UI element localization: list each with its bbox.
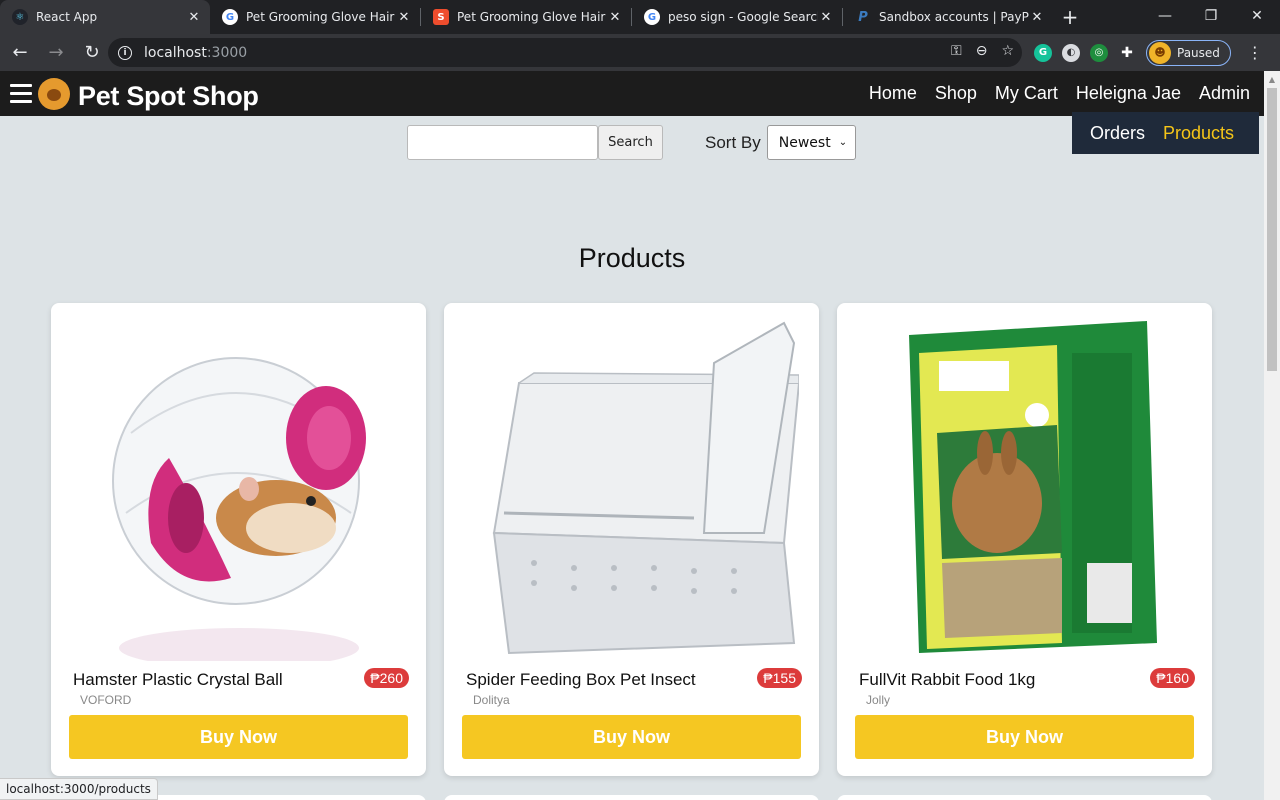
price-badge: ₱155 [757,668,802,688]
pet-logo-icon[interactable] [38,77,70,110]
google-icon: G [644,9,660,25]
product-name[interactable]: FullVit Rabbit Food 1kg [859,670,1035,690]
close-tab-icon[interactable]: ✕ [1029,10,1045,25]
product-card: Hamster Plastic Crystal Ball ₱260 VOFORD… [51,303,426,776]
window-controls: — ❐ ✕ [1142,0,1280,32]
product-image[interactable] [857,313,1192,661]
site-brand[interactable]: Pet Spot Shop [78,81,259,112]
product-name[interactable]: Hamster Plastic Crystal Ball [73,670,283,690]
scroll-up-icon[interactable]: ▲ [1264,71,1280,87]
sort-selected-value: Newest [778,134,831,151]
url-text: localhost:3000 [144,45,247,61]
profile-button[interactable]: ☻ Paused [1146,39,1231,66]
bookmark-star-icon[interactable]: ☆ [1001,43,1014,59]
tab-title: Pet Grooming Glove Hair Re [246,10,396,24]
browser-tab-peso-sign[interactable]: G peso sign - Google Search ✕ [632,0,842,34]
price-badge: ₱160 [1150,668,1195,688]
close-tab-icon[interactable]: ✕ [607,10,623,25]
close-tab-icon[interactable]: ✕ [186,10,202,25]
site-navbar: Pet Spot Shop Home Shop My Cart Heleigna… [0,71,1264,116]
product-name[interactable]: Spider Feeding Box Pet Insect [466,670,696,690]
buy-now-button[interactable]: Buy Now [855,715,1194,759]
product-brand: VOFORD [80,693,132,707]
link-status-bar: localhost:3000/products [0,778,158,800]
scrollbar-thumb[interactable] [1267,88,1277,371]
more-menu-icon[interactable]: ⋮ [1247,43,1263,62]
price-badge: ₱260 [364,668,409,688]
close-window-icon[interactable]: ✕ [1234,0,1280,32]
browser-tab-grooming-google[interactable]: G Pet Grooming Glove Hair Re ✕ [210,0,420,34]
close-tab-icon[interactable]: ✕ [396,10,412,25]
paypal-icon: P [858,9,868,25]
admin-menu-products[interactable]: Products [1163,123,1234,144]
page-title: Products [578,243,686,273]
minimize-icon[interactable]: — [1142,0,1188,32]
back-arrow-icon[interactable]: ← [4,37,36,69]
search-input[interactable] [407,125,598,160]
extensions-area: G ◐ ◎ ✚ ☻ Paused ⋮ [1034,34,1263,71]
search-button[interactable]: Search [598,125,663,160]
close-tab-icon[interactable]: ✕ [818,10,834,25]
page-viewport: Pet Spot Shop Home Shop My Cart Heleigna… [0,71,1264,800]
nav-links: Home Shop My Cart Heleigna Jae Admin [869,71,1250,116]
extension-target-icon[interactable]: ◎ [1090,43,1108,62]
nav-link-admin[interactable]: Admin [1199,83,1250,104]
product-image[interactable] [71,313,406,668]
grammarly-icon[interactable]: G [1034,43,1052,62]
nav-link-my-cart[interactable]: My Cart [995,83,1058,104]
admin-menu-orders[interactable]: Orders [1090,123,1145,144]
google-icon: G [222,9,238,25]
reload-icon[interactable]: ↻ [76,37,108,69]
product-card-partial [837,795,1212,800]
shopee-icon: S [433,9,449,25]
tab-title: peso sign - Google Search [668,10,818,24]
product-card-partial [444,795,819,800]
address-bar[interactable]: i localhost:3000 ⚿ ⊖ ☆ [108,38,1022,67]
sort-label: Sort By [705,132,761,152]
admin-dropdown: Orders Products [1072,112,1259,154]
extension-circle-icon[interactable]: ◐ [1062,43,1080,62]
tab-title: Pet Grooming Glove Hair Re [457,10,607,24]
browser-tab-grooming-shopee[interactable]: S Pet Grooming Glove Hair Re ✕ [421,0,631,34]
react-icon: ⚛ [12,9,28,25]
avatar: ☻ [1149,41,1171,64]
restore-icon[interactable]: ❐ [1188,0,1234,32]
url-host: localhost [144,44,207,61]
key-icon[interactable]: ⚿ [951,43,962,59]
browser-tab-react-app[interactable]: ⚛ React App ✕ [0,0,210,34]
forward-arrow-icon[interactable]: → [40,37,72,69]
browser-toolbar: ← → ↻ i localhost:3000 ⚿ ⊖ ☆ G ◐ ◎ ✚ ☻ P… [0,34,1280,71]
nav-link-home[interactable]: Home [869,83,917,104]
site-info-icon[interactable]: i [118,45,132,60]
sort-select[interactable]: Newest ⌄ [766,125,856,160]
product-card: FullVit Rabbit Food 1kg ₱160 Jolly Buy N… [837,303,1212,776]
page-scrollbar[interactable]: ▲ [1264,71,1280,800]
tab-title: React App [36,10,98,24]
product-card: Spider Feeding Box Pet Insect ₱155 Dolit… [444,303,819,776]
zoom-icon[interactable]: ⊖ [976,43,988,59]
profile-status: Paused [1177,45,1220,60]
product-brand: Jolly [866,693,891,707]
product-image[interactable] [464,313,801,661]
hamburger-menu-icon[interactable] [10,84,32,103]
nav-link-user[interactable]: Heleigna Jae [1076,83,1181,104]
chevron-down-icon: ⌄ [838,137,848,148]
buy-now-button[interactable]: Buy Now [69,715,408,759]
search-bar: Search Sort By Newest ⌄ [407,125,856,160]
tab-title: Sandbox accounts | PayPal D [879,10,1029,24]
tab-strip: ⚛ React App ✕ G Pet Grooming Glove Hair … [0,0,1280,34]
nav-link-shop[interactable]: Shop [935,83,977,104]
url-port: :3000 [206,44,248,61]
puzzle-icon[interactable]: ✚ [1118,44,1136,62]
new-tab-button[interactable]: + [1053,0,1087,34]
buy-now-button[interactable]: Buy Now [462,715,801,759]
browser-tab-paypal[interactable]: P Sandbox accounts | PayPal D ✕ [843,0,1053,34]
product-brand: Dolitya [473,693,510,707]
